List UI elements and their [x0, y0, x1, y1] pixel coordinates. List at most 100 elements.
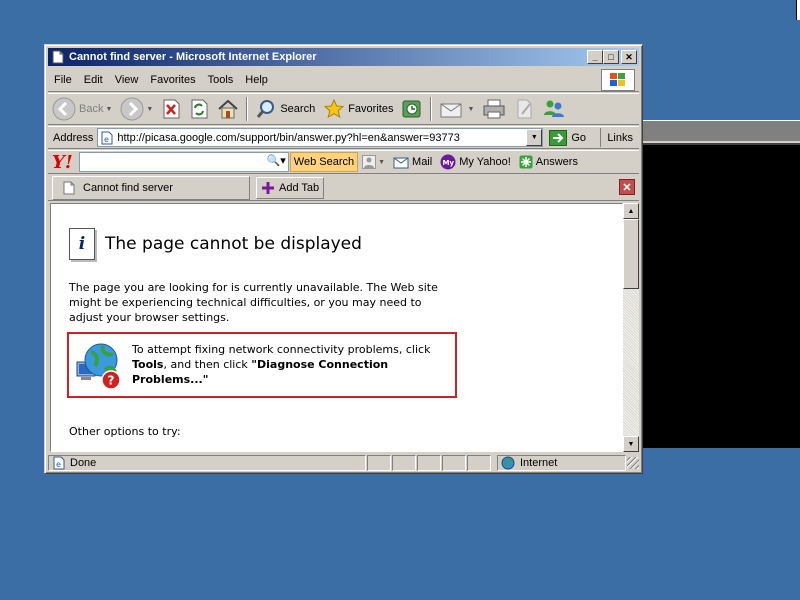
menu-help[interactable]: Help	[239, 74, 274, 86]
status-pane	[392, 455, 416, 471]
maximize-button[interactable]: □	[603, 50, 619, 64]
address-label: Address	[53, 131, 94, 144]
address-dropdown-icon[interactable]: ▼	[526, 129, 543, 146]
standard-toolbar: Back ▼ ▼ Search Favorites ▼	[48, 93, 639, 125]
links-button[interactable]: Links	[600, 128, 639, 147]
tab-bar: Cannot find server Add Tab ✕	[48, 175, 639, 201]
svg-text:My: My	[443, 159, 455, 167]
go-button[interactable]: Go	[549, 129, 587, 146]
forward-button[interactable]: ▼	[116, 95, 157, 123]
mail-icon	[393, 157, 409, 169]
toolbar-separator	[430, 97, 433, 121]
go-arrow-icon	[549, 129, 568, 146]
scroll-down-icon[interactable]: ▼	[623, 436, 639, 452]
page-title: The page cannot be displayed	[105, 234, 362, 254]
tab-cannot-find-server[interactable]: Cannot find server	[52, 175, 250, 200]
user-icon	[362, 155, 377, 169]
mail-dropdown-icon[interactable]: ▼	[467, 106, 474, 113]
menu-edit[interactable]: Edit	[78, 74, 109, 86]
messenger-button[interactable]	[538, 95, 570, 123]
ie-window: Cannot find server - Microsoft Internet …	[44, 44, 643, 474]
address-bar: Address e http://picasa.google.com/suppo…	[48, 126, 639, 149]
stop-button[interactable]	[157, 95, 185, 123]
plus-icon	[262, 181, 274, 194]
menu-tools[interactable]: Tools	[202, 74, 240, 86]
back-dropdown-icon[interactable]: ▼	[105, 106, 112, 113]
page-content: i The page cannot be displayed The page …	[50, 203, 623, 452]
tools-emphasis: Tools	[132, 358, 164, 371]
background-window-content	[643, 143, 800, 448]
answers-icon	[519, 155, 533, 169]
status-text: Done	[70, 457, 97, 469]
resize-grip[interactable]	[627, 457, 639, 469]
search-magnifier-icon[interactable]: 🔍▾	[267, 154, 286, 167]
menu-view[interactable]: View	[109, 74, 145, 86]
scroll-up-icon[interactable]: ▲	[623, 203, 639, 219]
edit-page-icon	[517, 99, 532, 119]
home-button[interactable]	[213, 95, 243, 123]
ie-page-icon	[50, 49, 66, 65]
history-button[interactable]	[397, 95, 427, 123]
refresh-button[interactable]	[185, 95, 213, 123]
menu-file[interactable]: File	[48, 74, 78, 86]
go-label: Go	[571, 131, 587, 144]
search-button[interactable]: Search	[251, 95, 319, 123]
scroll-thumb[interactable]	[623, 219, 639, 289]
background-window[interactable]	[643, 120, 800, 448]
page-done-icon: e	[53, 456, 65, 470]
status-pane	[467, 455, 491, 471]
status-pane	[442, 455, 466, 471]
background-window-titlebar[interactable]	[643, 121, 800, 141]
status-main-pane: e Done	[48, 455, 366, 471]
close-tab-icon[interactable]: ✕	[619, 179, 635, 195]
messenger-people-icon	[544, 100, 565, 117]
yahoo-mail-button[interactable]: Mail	[389, 152, 436, 172]
svg-text:e: e	[56, 460, 61, 469]
vertical-scrollbar[interactable]: ▲ ▼	[623, 203, 639, 452]
title-bar[interactable]: Cannot find server - Microsoft Internet …	[48, 48, 639, 66]
yahoo-search-input[interactable]: 🔍▾	[78, 152, 289, 172]
tab-label: Cannot find server	[83, 181, 173, 194]
error-heading: i The page cannot be displayed	[69, 228, 362, 260]
close-button[interactable]: ✕	[621, 50, 637, 64]
zone-label: Internet	[520, 457, 558, 469]
history-icon	[402, 100, 421, 118]
menu-favorites[interactable]: Favorites	[144, 74, 201, 86]
my-yahoo-icon: My	[440, 154, 456, 170]
ie-page-icon: e	[101, 131, 113, 144]
address-field[interactable]: e http://picasa.google.com/support/bin/a…	[97, 128, 544, 147]
back-arrow-icon	[52, 97, 76, 121]
status-zone-pane[interactable]: Internet	[497, 455, 626, 471]
back-label: Back	[79, 103, 104, 115]
add-tab-button[interactable]: Add Tab	[256, 176, 325, 199]
internet-globe-icon	[501, 456, 515, 470]
user-dropdown-icon[interactable]: ▼	[378, 159, 385, 166]
status-bar: e Done Internet	[48, 454, 639, 472]
favorites-button[interactable]: Favorites	[319, 95, 397, 123]
network-globe-icon: ?	[76, 343, 121, 390]
yahoo-user-button[interactable]: ▼	[358, 152, 389, 172]
refresh-icon	[191, 99, 208, 119]
printer-icon	[483, 99, 505, 119]
info-icon: i	[69, 228, 95, 260]
toolbar-separator	[246, 97, 249, 121]
windows-logo-icon	[601, 69, 635, 91]
diagnose-text-1: To attempt fixing network connectivity p…	[132, 343, 431, 356]
forward-dropdown-icon[interactable]: ▼	[146, 106, 153, 113]
offscreen-window-edge	[796, 0, 800, 20]
web-search-button[interactable]: Web Search	[289, 152, 359, 172]
search-label: Search	[280, 103, 316, 115]
mail-button[interactable]: ▼	[435, 95, 478, 123]
yahoo-answers-label: Answers	[535, 156, 578, 168]
minimize-button[interactable]: _	[587, 50, 603, 64]
edit-button[interactable]	[510, 95, 538, 123]
forward-arrow-icon	[120, 97, 144, 121]
yahoo-logo[interactable]: Y!	[48, 152, 79, 173]
my-yahoo-button[interactable]: My My Yahoo!	[436, 152, 515, 172]
stop-icon	[163, 99, 180, 119]
yahoo-answers-button[interactable]: Answers	[515, 152, 582, 172]
address-url[interactable]: http://picasa.google.com/support/bin/ans…	[117, 132, 459, 144]
back-button[interactable]: Back ▼	[48, 95, 116, 123]
print-button[interactable]	[478, 95, 510, 123]
favorites-star-icon	[323, 98, 345, 119]
